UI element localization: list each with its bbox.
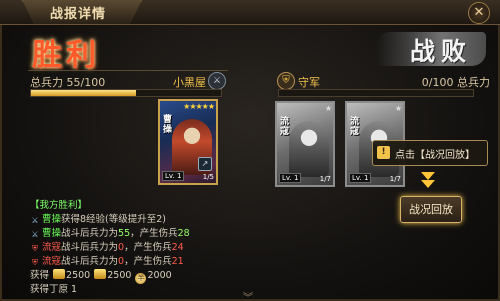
log-text: 战斗后兵力为 (61, 242, 119, 253)
enemy-name: 流寇 (42, 242, 62, 253)
enemy-name: 流寇 (280, 117, 290, 137)
enemy-name: 流寇 (42, 256, 62, 267)
tooltip-text: 点击【战况回放】 (395, 150, 475, 161)
star-rating: ★ (394, 104, 402, 113)
battle-replay-button[interactable]: 战况回放 (400, 196, 462, 223)
star-rating: ★ (324, 104, 332, 113)
shield-icon: ⛨ (32, 244, 38, 253)
log-text: 获得8经验(等级提升至2) (61, 214, 167, 225)
divider-line (28, 70, 228, 71)
close-button[interactable]: ✕ (468, 2, 490, 24)
enemy-portrait (289, 121, 329, 177)
left-player-name: 小黑屋 (173, 76, 206, 89)
spear-icon: ↗ (198, 157, 212, 171)
sword-icon: ⚔ (31, 216, 39, 225)
attack-icon: ⚔ (208, 72, 226, 90)
reward-value: 2500 (107, 270, 132, 281)
reward-value: 2000 (147, 270, 172, 281)
log-text: ，产生伤兵 (124, 242, 172, 253)
enemy-count: 1/7 (319, 175, 331, 183)
log-line: ⚔ 曹操获得8经验(等级提升至2) (30, 213, 166, 227)
wounded-value: 24 (171, 242, 184, 253)
sword-icon: ⚔ (31, 230, 39, 239)
wood-icon (53, 269, 66, 279)
coin-icon: 半 (135, 273, 147, 284)
enemy-level: Lv. 1 (349, 173, 372, 183)
wounded-value: 28 (177, 228, 190, 239)
scroll-down-icon[interactable]: ︾ (243, 289, 253, 301)
left-troop-bar (30, 89, 222, 97)
hero-name: 曹操 (163, 115, 173, 135)
right-troops: 0/100 总兵力 (421, 76, 490, 89)
reward-value: 2500 (66, 270, 91, 281)
enemy-count: 1/7 (389, 175, 401, 183)
gain-line: 获得丁原 1 (30, 284, 78, 295)
log-text: 战斗后兵力为 (61, 256, 119, 267)
hint-icon: ! (377, 146, 390, 159)
log-line: ⛨ 流寇战斗后兵力为0，产生伤兵24 (30, 241, 184, 255)
shield-icon: ⛨ (32, 258, 38, 267)
defeat-label: 战败 (409, 37, 472, 66)
hero-count: 1/5 (202, 173, 214, 181)
hero-name: 曹操 (42, 228, 62, 239)
log-text: ，产生伤兵 (130, 228, 178, 239)
close-icon: ✕ (473, 5, 485, 20)
hero-card[interactable]: ★★★★★ 曹操 ↗ Lv. 1 1/5 (158, 99, 218, 185)
enemy-level: Lv. 1 (279, 173, 302, 183)
enemy-name: 流寇 (350, 117, 360, 137)
defense-icon: ⛨ (277, 72, 295, 90)
double-arrow-down-icon (421, 172, 435, 190)
enemy-card-1[interactable]: ★ 流寇 Lv. 1 1/7 (275, 101, 335, 187)
battle-report-window: 战报详情 ✕ 胜利 战败 总兵力 55/100 小黑屋 ⚔ ⛨ 守军 0/100… (0, 0, 500, 301)
rewards-line: 获得 2500 2500 半 2000 (30, 269, 172, 284)
hero-level: Lv. 1 (162, 171, 185, 181)
troop-value: 55 (118, 228, 131, 239)
log-line: ⛨ 流寇战斗后兵力为0，产生伤兵21 (30, 255, 184, 269)
grain-icon (94, 269, 107, 279)
left-troop-bar-fill (31, 90, 136, 96)
log-text: 战斗后兵力为 (61, 228, 119, 239)
right-player-name: 守军 (298, 76, 320, 89)
title-bar: 战报详情 ✕ (0, 0, 500, 25)
star-rating: ★★★★★ (183, 102, 215, 111)
victory-label: 胜利 (32, 38, 100, 73)
wounded-value: 21 (171, 256, 184, 267)
log-line: ⚔ 曹操战斗后兵力为55，产生伤兵28 (30, 227, 190, 241)
log-header: 【我方胜利】 (30, 200, 88, 211)
defeat-banner: 战败 (376, 32, 486, 66)
right-troop-bar (278, 89, 474, 97)
replay-tooltip: ! 点击【战况回放】 (372, 140, 488, 166)
window-title: 战报详情 (50, 7, 107, 22)
left-troops: 总兵力 55/100 (30, 76, 106, 89)
rewards-label: 获得 (30, 270, 50, 281)
hero-name: 曹操 (42, 214, 62, 225)
log-text: ，产生伤兵 (124, 256, 172, 267)
